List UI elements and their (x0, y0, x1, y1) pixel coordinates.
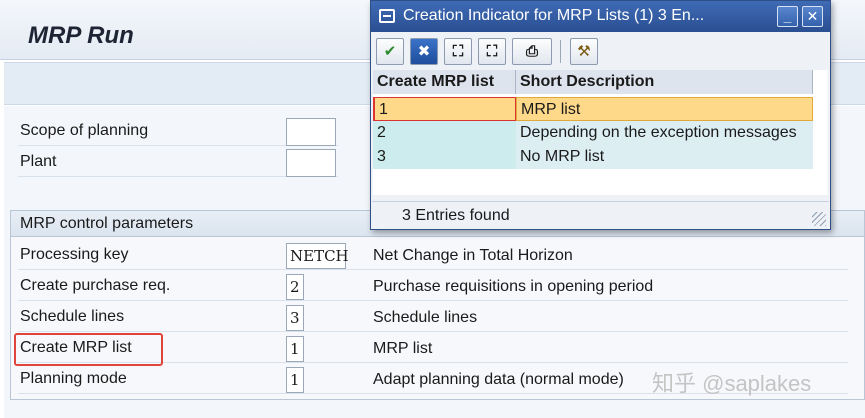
row-description: No MRP list (516, 145, 813, 169)
close-button[interactable]: ✕ (802, 6, 823, 27)
resize-grip-icon[interactable] (812, 212, 826, 226)
row-description: Depending on the exception messages (516, 121, 813, 145)
dialog-title: Creation Indicator for MRP Lists (1) 3 E… (403, 7, 705, 24)
row-key: 2 (373, 121, 516, 145)
create-mrp-list-description: MRP list (373, 340, 433, 357)
dialog-window-icon (379, 9, 395, 23)
list-row[interactable]: 1 MRP list (373, 97, 828, 121)
schedule-lines-description: Schedule lines (373, 309, 478, 326)
create-purchase-req-input[interactable]: 2 (286, 274, 304, 300)
column-header-create-mrp-list[interactable]: Create MRP list (373, 70, 516, 94)
create-purchase-req-description: Purchase requisitions in opening period (373, 278, 654, 295)
row-description: MRP list (516, 97, 813, 121)
dialog-toolbar: ✔ ✖ ⛶ ⛶ ⎙ ⚒ (372, 36, 829, 67)
checkmark-icon[interactable]: ✔ (376, 38, 404, 65)
processing-key-input[interactable]: NETCH (286, 243, 349, 269)
creation-indicator-dialog: Creation Indicator for MRP Lists (1) 3 E… (370, 0, 831, 230)
find-next-icon[interactable]: ⛶ (478, 38, 506, 65)
binoculars-icon[interactable]: ⛶ (444, 38, 472, 65)
scope-of-planning-input[interactable] (286, 118, 336, 146)
cancel-icon[interactable]: ✖ (410, 38, 438, 65)
plant-input[interactable] (286, 149, 336, 177)
planning-mode-description: Adapt planning data (normal mode) (373, 371, 624, 388)
schedule-lines-label: Schedule lines (20, 308, 125, 325)
dialog-title-bar[interactable]: Creation Indicator for MRP Lists (1) 3 E… (371, 1, 830, 32)
processing-key-description: Net Change in Total Horizon (373, 247, 573, 264)
scope-of-planning-label: Scope of planning (20, 122, 149, 139)
tools-icon[interactable]: ⚒ (570, 38, 598, 65)
create-mrp-list-input[interactable]: 1 (286, 336, 304, 362)
plant-label: Plant (20, 153, 57, 170)
processing-key-label: Processing key (20, 246, 129, 263)
dialog-status-bar: 3 Entries found (372, 201, 829, 229)
toolbar-separator (560, 40, 561, 63)
column-header-short-description[interactable]: Short Description (516, 70, 813, 94)
value-list: Create MRP list Short Description 1 MRP … (373, 70, 828, 195)
print-icon[interactable]: ⎙ (512, 38, 552, 65)
create-purchase-req-label: Create purchase req. (20, 277, 171, 294)
list-row[interactable]: 2 Depending on the exception messages (373, 121, 828, 145)
annotation-highlight-box (14, 333, 163, 366)
minimize-button[interactable]: _ (777, 6, 798, 27)
schedule-lines-input[interactable]: 3 (286, 305, 304, 331)
row-key: 1 (373, 97, 516, 121)
page-title: MRP Run (28, 22, 134, 49)
watermark: 知乎 @saplakes (652, 371, 812, 396)
list-row[interactable]: 3 No MRP list (373, 145, 828, 169)
group-title: MRP control parameters (20, 215, 194, 232)
entries-found-text: 3 Entries found (402, 207, 510, 224)
planning-mode-label: Planning mode (20, 370, 127, 387)
row-key: 3 (373, 145, 516, 169)
planning-mode-input[interactable]: 1 (286, 367, 304, 393)
